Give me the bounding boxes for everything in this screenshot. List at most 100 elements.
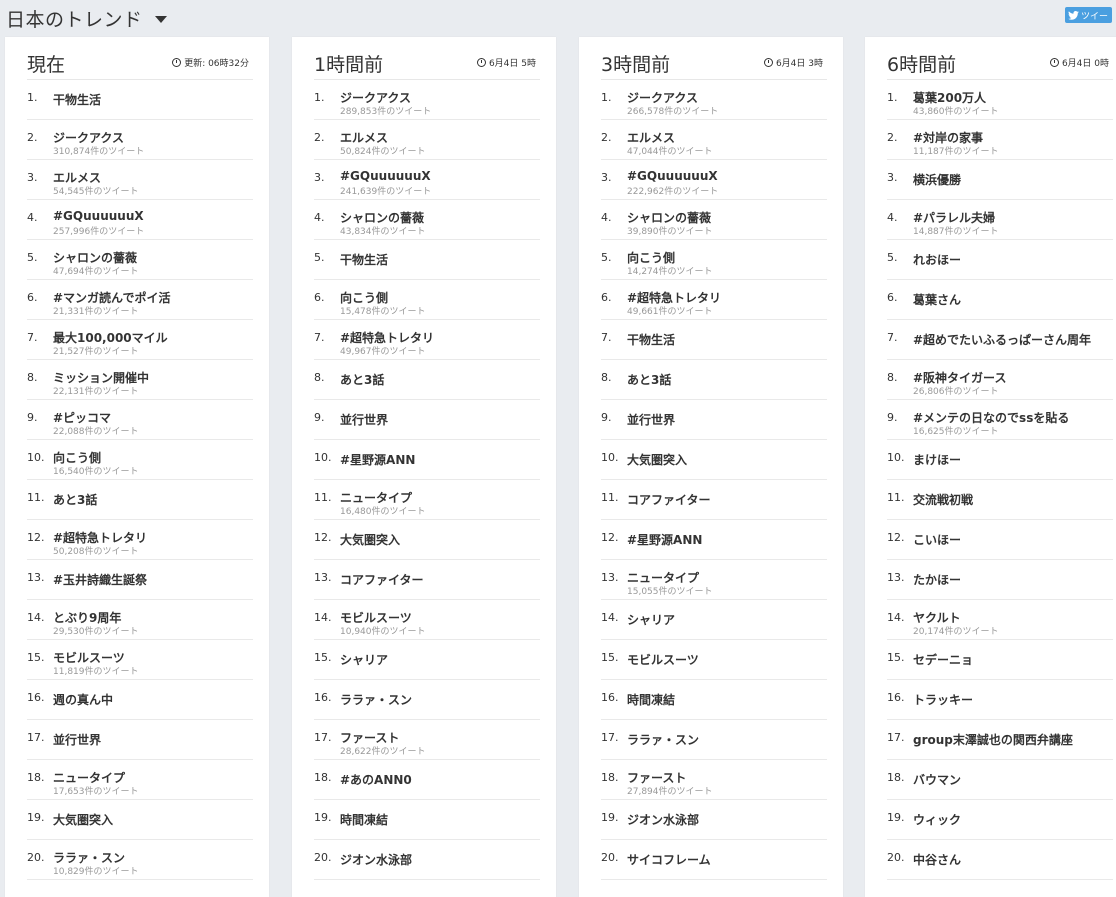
trend-item[interactable]: 12. #超特急トレタリ 50,208件のツイート [27, 520, 253, 560]
trend-item[interactable]: 5. 干物生活 [314, 240, 540, 280]
trend-item[interactable]: 10. まけほー [887, 440, 1113, 480]
trend-name[interactable]: まけほー [913, 451, 961, 468]
trend-name[interactable]: 横浜優勝 [913, 171, 961, 188]
trend-item[interactable]: 15. セデーニョ [887, 640, 1113, 680]
trend-name[interactable]: シャリア [340, 651, 388, 668]
trend-item[interactable]: 10. #星野源ANN [314, 440, 540, 480]
trend-name[interactable]: 並行世界 [53, 731, 101, 748]
trend-name[interactable]: #GQuuuuuuX [53, 209, 144, 223]
trend-item[interactable]: 20. サイコフレーム [601, 840, 827, 880]
trend-item[interactable]: 2. エルメス 50,824件のツイート [314, 120, 540, 160]
trend-item[interactable]: 10. 大気圏突入 [601, 440, 827, 480]
trend-item[interactable]: 15. モビルスーツ 11,819件のツイート [27, 640, 253, 680]
trend-name[interactable]: 週の真ん中 [53, 691, 113, 708]
trend-item[interactable]: 1. 干物生活 [27, 80, 253, 120]
trend-name[interactable]: ララァ・スン [340, 691, 412, 708]
trend-item[interactable]: 9. 並行世界 [314, 400, 540, 440]
trend-item[interactable]: 4. シャロンの薔薇 43,834件のツイート [314, 200, 540, 240]
trend-name[interactable]: トラッキー [913, 691, 973, 708]
trend-item[interactable]: 18. #あのANN0 [314, 760, 540, 800]
trend-item[interactable]: 14. モビルスーツ 10,940件のツイート [314, 600, 540, 640]
trend-item[interactable]: 12. こいほー [887, 520, 1113, 560]
trend-name[interactable]: #あのANN0 [340, 771, 412, 788]
trend-item[interactable]: 5. シャロンの薔薇 47,694件のツイート [27, 240, 253, 280]
trend-name[interactable]: 時間凍結 [340, 811, 388, 828]
trend-name[interactable]: たかほー [913, 571, 961, 588]
trend-name[interactable]: あと3話 [340, 371, 384, 388]
trend-name[interactable]: 干物生活 [627, 331, 675, 348]
trend-item[interactable]: 14. シャリア [601, 600, 827, 640]
trend-name[interactable]: あと3話 [627, 371, 671, 388]
trend-name[interactable]: 干物生活 [53, 91, 101, 108]
trend-name[interactable]: 並行世界 [340, 411, 388, 428]
trend-item[interactable]: 19. ウィック [887, 800, 1113, 840]
trend-item[interactable]: 10. 向こう側 16,540件のツイート [27, 440, 253, 480]
trend-item[interactable]: 17. 並行世界 [27, 720, 253, 760]
trend-item[interactable]: 17. group末澤誠也の関西弁講座 [887, 720, 1113, 760]
trend-name[interactable]: 中谷さん [913, 851, 961, 868]
trend-item[interactable]: 6. 葛葉さん [887, 280, 1113, 320]
trend-item[interactable]: 3. #GQuuuuuuX 241,639件のツイート [314, 160, 540, 200]
trend-item[interactable]: 7. 最大100,000マイル 21,527件のツイート [27, 320, 253, 360]
trend-name[interactable]: れおほー [913, 251, 961, 268]
trend-name[interactable]: #超めでたいふるっぱーさん周年 [913, 331, 1091, 348]
trend-item[interactable]: 8. #阪神タイガース 26,806件のツイート [887, 360, 1113, 400]
trend-item[interactable]: 2. エルメス 47,044件のツイート [601, 120, 827, 160]
region-selector[interactable]: 日本のトレンド [6, 5, 167, 32]
trend-item[interactable]: 16. トラッキー [887, 680, 1113, 720]
trend-name[interactable]: あと3話 [53, 491, 97, 508]
trend-item[interactable]: 8. あと3話 [314, 360, 540, 400]
trend-name[interactable]: サイコフレーム [627, 851, 711, 868]
trend-name[interactable]: 時間凍結 [627, 691, 675, 708]
trend-item[interactable]: 1. 葛葉200万人 43,860件のツイート [887, 80, 1113, 120]
trend-name[interactable]: ウィック [913, 811, 961, 828]
trend-name[interactable]: こいほー [913, 531, 961, 548]
trend-item[interactable]: 19. ジオン水泳部 [601, 800, 827, 840]
trend-name[interactable]: 並行世界 [627, 411, 675, 428]
trend-item[interactable]: 11. ニュータイプ 16,480件のツイート [314, 480, 540, 520]
trend-item[interactable]: 6. #マンガ読んでポイ活 21,331件のツイート [27, 280, 253, 320]
trend-name[interactable]: 干物生活 [340, 251, 388, 268]
trend-name[interactable]: group末澤誠也の関西弁講座 [913, 731, 1073, 748]
trend-item[interactable]: 8. ミッション開催中 22,131件のツイート [27, 360, 253, 400]
trend-item[interactable]: 11. コアファイター [601, 480, 827, 520]
trend-item[interactable]: 15. モビルスーツ [601, 640, 827, 680]
trend-item[interactable]: 9. #メンテの日なのでssを貼る 16,625件のツイート [887, 400, 1113, 440]
trend-item[interactable]: 7. 干物生活 [601, 320, 827, 360]
trend-name[interactable]: シャリア [627, 611, 675, 628]
trend-item[interactable]: 6. 向こう側 15,478件のツイート [314, 280, 540, 320]
trend-item[interactable]: 15. シャリア [314, 640, 540, 680]
trend-item[interactable]: 16. 週の真ん中 [27, 680, 253, 720]
trend-name[interactable]: #GQuuuuuuX [340, 169, 431, 183]
trend-item[interactable]: 7. #超めでたいふるっぱーさん周年 [887, 320, 1113, 360]
trend-item[interactable]: 19. 大気圏突入 [27, 800, 253, 840]
trend-item[interactable]: 18. ニュータイプ 17,653件のツイート [27, 760, 253, 800]
trend-item[interactable]: 17. ララァ・スン [601, 720, 827, 760]
trend-item[interactable]: 8. あと3話 [601, 360, 827, 400]
trend-name[interactable]: #星野源ANN [340, 451, 415, 468]
trend-name[interactable]: #星野源ANN [627, 531, 702, 548]
trend-item[interactable]: 20. 中谷さん [887, 840, 1113, 880]
trend-name[interactable]: セデーニョ [913, 651, 973, 668]
trend-name[interactable]: ジオン水泳部 [627, 811, 699, 828]
trend-item[interactable]: 18. バウマン [887, 760, 1113, 800]
trend-item[interactable]: 13. #玉井詩織生誕祭 [27, 560, 253, 600]
trend-name[interactable]: バウマン [913, 771, 961, 788]
trend-item[interactable]: 20. ジオン水泳部 [314, 840, 540, 880]
trend-item[interactable]: 13. たかほー [887, 560, 1113, 600]
tweet-button[interactable]: ツイー [1064, 7, 1112, 23]
trend-item[interactable]: 11. あと3話 [27, 480, 253, 520]
trend-item[interactable]: 3. #GQuuuuuuX 222,962件のツイート [601, 160, 827, 200]
trend-item[interactable]: 13. コアファイター [314, 560, 540, 600]
trend-item[interactable]: 3. エルメス 54,545件のツイート [27, 160, 253, 200]
trend-item[interactable]: 2. ジークアクス 310,874件のツイート [27, 120, 253, 160]
trend-item[interactable]: 16. ララァ・スン [314, 680, 540, 720]
trend-item[interactable]: 12. #星野源ANN [601, 520, 827, 560]
trend-item[interactable]: 11. 交流戦初戦 [887, 480, 1113, 520]
trend-name[interactable]: ジオン水泳部 [340, 851, 412, 868]
trend-item[interactable]: 18. ファースト 27,894件のツイート [601, 760, 827, 800]
trend-item[interactable]: 6. #超特急トレタリ 49,661件のツイート [601, 280, 827, 320]
trend-item[interactable]: 2. #対岸の家事 11,187件のツイート [887, 120, 1113, 160]
trend-name[interactable]: 葛葉さん [913, 291, 961, 308]
trend-name[interactable]: モビルスーツ [627, 651, 699, 668]
